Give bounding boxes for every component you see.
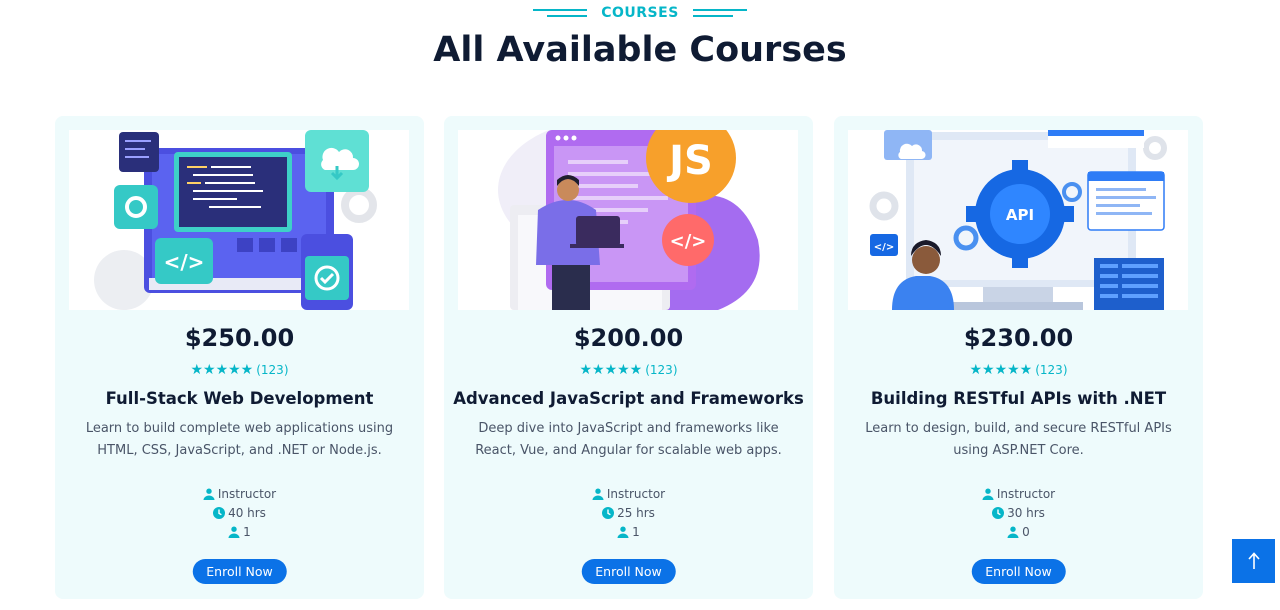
course-duration: 25 hrs (444, 506, 813, 520)
svg-text:</>: </> (670, 231, 707, 252)
user-tie-icon (592, 488, 604, 500)
students-count: 1 (632, 525, 640, 539)
section-eyebrow: COURSES (0, 5, 1280, 21)
course-card: API </> $230.00 ★★★★★ (123) Building RES… (834, 116, 1203, 599)
star-rating-icon: ★★★★★ (969, 362, 1033, 378)
course-description: Learn to design, build, and secure RESTf… (865, 421, 1172, 458)
section-title: All Available Courses (433, 30, 847, 70)
star-rating-icon: ★★★★★ (579, 362, 643, 378)
eyebrow-lines-right (692, 9, 747, 17)
course-students: 0 (834, 525, 1203, 539)
course-title: Building RESTful APIs with .NET (870, 389, 1167, 408)
enroll-now-button[interactable]: Enroll Now (192, 559, 287, 584)
course-image: </> (69, 130, 409, 310)
duration-label: 25 hrs (617, 506, 655, 520)
user-icon (1007, 526, 1019, 538)
review-count: (123) (1035, 363, 1068, 377)
clock-icon (992, 507, 1005, 519)
duration-label: 30 hrs (1007, 506, 1045, 520)
course-rating: ★★★★★ (123) (834, 362, 1203, 378)
clock-icon (213, 507, 226, 519)
svg-text:</>: </> (874, 242, 894, 253)
course-students: 1 (444, 525, 813, 539)
instructor-label: Instructor (996, 487, 1056, 501)
web-development-illustration-icon: </> (94, 130, 377, 310)
course-description: Deep dive into JavaScript and frameworks… (475, 421, 782, 458)
duration-label: 40 hrs (228, 506, 266, 520)
instructor-label: Instructor (606, 487, 666, 501)
course-image: API </> (848, 130, 1188, 310)
clock-icon (602, 507, 615, 519)
course-price: $230.00 (963, 324, 1074, 352)
user-icon (617, 526, 629, 538)
svg-text:JS: JS (666, 138, 713, 184)
api-illustration-icon: API </> (869, 130, 1167, 310)
review-count: (123) (645, 363, 678, 377)
course-title: Full-Stack Web Development (105, 389, 374, 408)
eyebrow-label: COURSES (601, 5, 679, 21)
user-tie-icon (982, 488, 994, 500)
course-instructor: Instructor (444, 487, 813, 501)
course-price: $200.00 (573, 324, 684, 352)
user-icon (228, 526, 240, 538)
svg-text:API: API (1006, 206, 1034, 224)
course-image: JS </> (458, 130, 798, 310)
instructor-label: Instructor (217, 487, 277, 501)
course-title: Advanced JavaScript and Frameworks (453, 389, 804, 408)
course-rating: ★★★★★ (123) (444, 362, 813, 378)
eyebrow-lines-left (533, 9, 588, 17)
javascript-illustration-icon: JS </> (498, 130, 760, 310)
review-count: (123) (256, 363, 289, 377)
arrow-up-icon (1247, 552, 1260, 569)
course-rating: ★★★★★ (123) (55, 362, 424, 378)
back-to-top-button[interactable] (1232, 539, 1275, 583)
course-instructor: Instructor (55, 487, 424, 501)
course-duration: 30 hrs (834, 506, 1203, 520)
star-rating-icon: ★★★★★ (190, 362, 254, 378)
course-price: $250.00 (184, 324, 295, 352)
students-count: 1 (243, 525, 251, 539)
enroll-now-button[interactable]: Enroll Now (581, 559, 676, 584)
course-card: JS </> $200.00 ★★★★★ (123) Advanced Java… (444, 116, 813, 599)
course-description: Learn to build complete web applications… (85, 421, 394, 458)
students-count: 0 (1022, 525, 1030, 539)
course-students: 1 (55, 525, 424, 539)
user-tie-icon (203, 488, 215, 500)
course-card: </> $250.00 ★★★★★ (123) Full-Stack Web D… (55, 116, 424, 599)
course-duration: 40 hrs (55, 506, 424, 520)
svg-text:</>: </> (164, 250, 205, 274)
course-instructor: Instructor (834, 487, 1203, 501)
enroll-now-button[interactable]: Enroll Now (971, 559, 1066, 584)
